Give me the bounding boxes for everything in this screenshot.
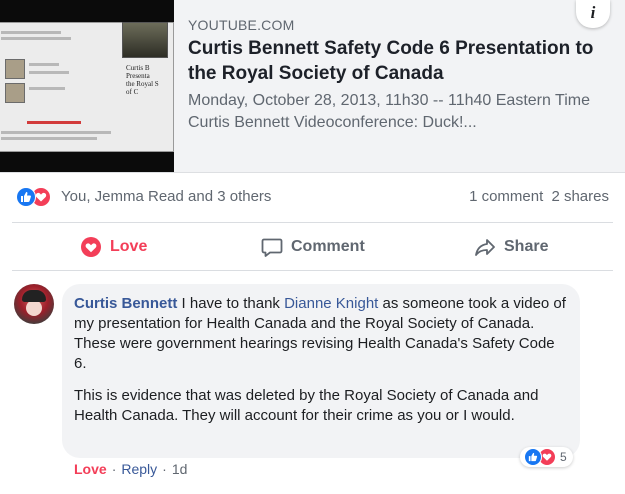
share-button-label: Share <box>504 238 549 255</box>
link-title[interactable]: Curtis Bennett Safety Code 6 Presentatio… <box>188 36 608 86</box>
link-domain: YOUTUBE.COM <box>188 17 295 33</box>
comment-author[interactable]: Curtis Bennett <box>74 295 177 312</box>
love-icon <box>81 237 101 257</box>
reactions-summary: You, Jemma Read and 3 others 1 comment 2… <box>0 172 625 222</box>
love-button[interactable]: Love <box>80 225 147 269</box>
comment-text: I have to thank <box>177 295 285 312</box>
link-description: Monday, October 28, 2013, 11h30 -- 11h40… <box>188 92 591 131</box>
share-count[interactable]: 2 shares <box>551 188 609 205</box>
like-icon <box>524 448 542 466</box>
separator: · <box>111 461 117 477</box>
engagement-counts: 1 comment 2 shares <box>465 188 609 206</box>
reaction-icons[interactable] <box>16 187 56 207</box>
comment-count[interactable]: 1 comment <box>469 188 543 205</box>
comment-body: Curtis Bennett I have to thank Dianne Kn… <box>74 294 566 426</box>
post-action-bar: Love Comment Share <box>0 225 625 269</box>
comment-reaction-count: 5 <box>560 450 567 464</box>
comment-paragraph-2: This is evidence that was deleted by the… <box>74 387 539 424</box>
thumbnail-slide-text: Curtis B Presenta the Royal S of C <box>126 64 159 96</box>
divider <box>12 222 613 223</box>
separator: · <box>162 461 167 477</box>
comment-icon <box>261 238 283 257</box>
like-icon <box>16 187 36 207</box>
comment-bubble: Curtis Bennett I have to thank Dianne Kn… <box>62 284 580 458</box>
reaction-names[interactable]: You, Jemma Read and 3 others <box>61 188 271 206</box>
love-button-label: Love <box>110 238 148 255</box>
comment-actions: Love · Reply · 1d <box>74 460 187 478</box>
comment-reply-link[interactable]: Reply <box>121 461 157 477</box>
comment: Curtis Bennett I have to thank Dianne Kn… <box>0 272 625 494</box>
video-inset <box>122 22 168 58</box>
comment-love-link[interactable]: Love <box>74 461 107 477</box>
share-icon <box>475 239 495 256</box>
link-preview-text[interactable]: YOUTUBE.COM Curtis Bennett Safety Code 6… <box>188 16 608 134</box>
share-button[interactable]: Share <box>474 225 548 269</box>
comment-mention[interactable]: Dianne Knight <box>284 295 378 312</box>
divider <box>12 270 613 271</box>
comment-time[interactable]: 1d <box>172 461 188 477</box>
link-preview-card[interactable]: Curtis B Presenta the Royal S of C YOUTU… <box>0 0 625 173</box>
video-thumbnail[interactable]: Curtis B Presenta the Royal S of C <box>0 0 174 172</box>
comment-reactions[interactable]: 5 <box>520 447 573 467</box>
comment-button[interactable]: Comment <box>261 225 365 269</box>
comment-button-label: Comment <box>291 238 365 255</box>
avatar[interactable] <box>14 284 54 324</box>
